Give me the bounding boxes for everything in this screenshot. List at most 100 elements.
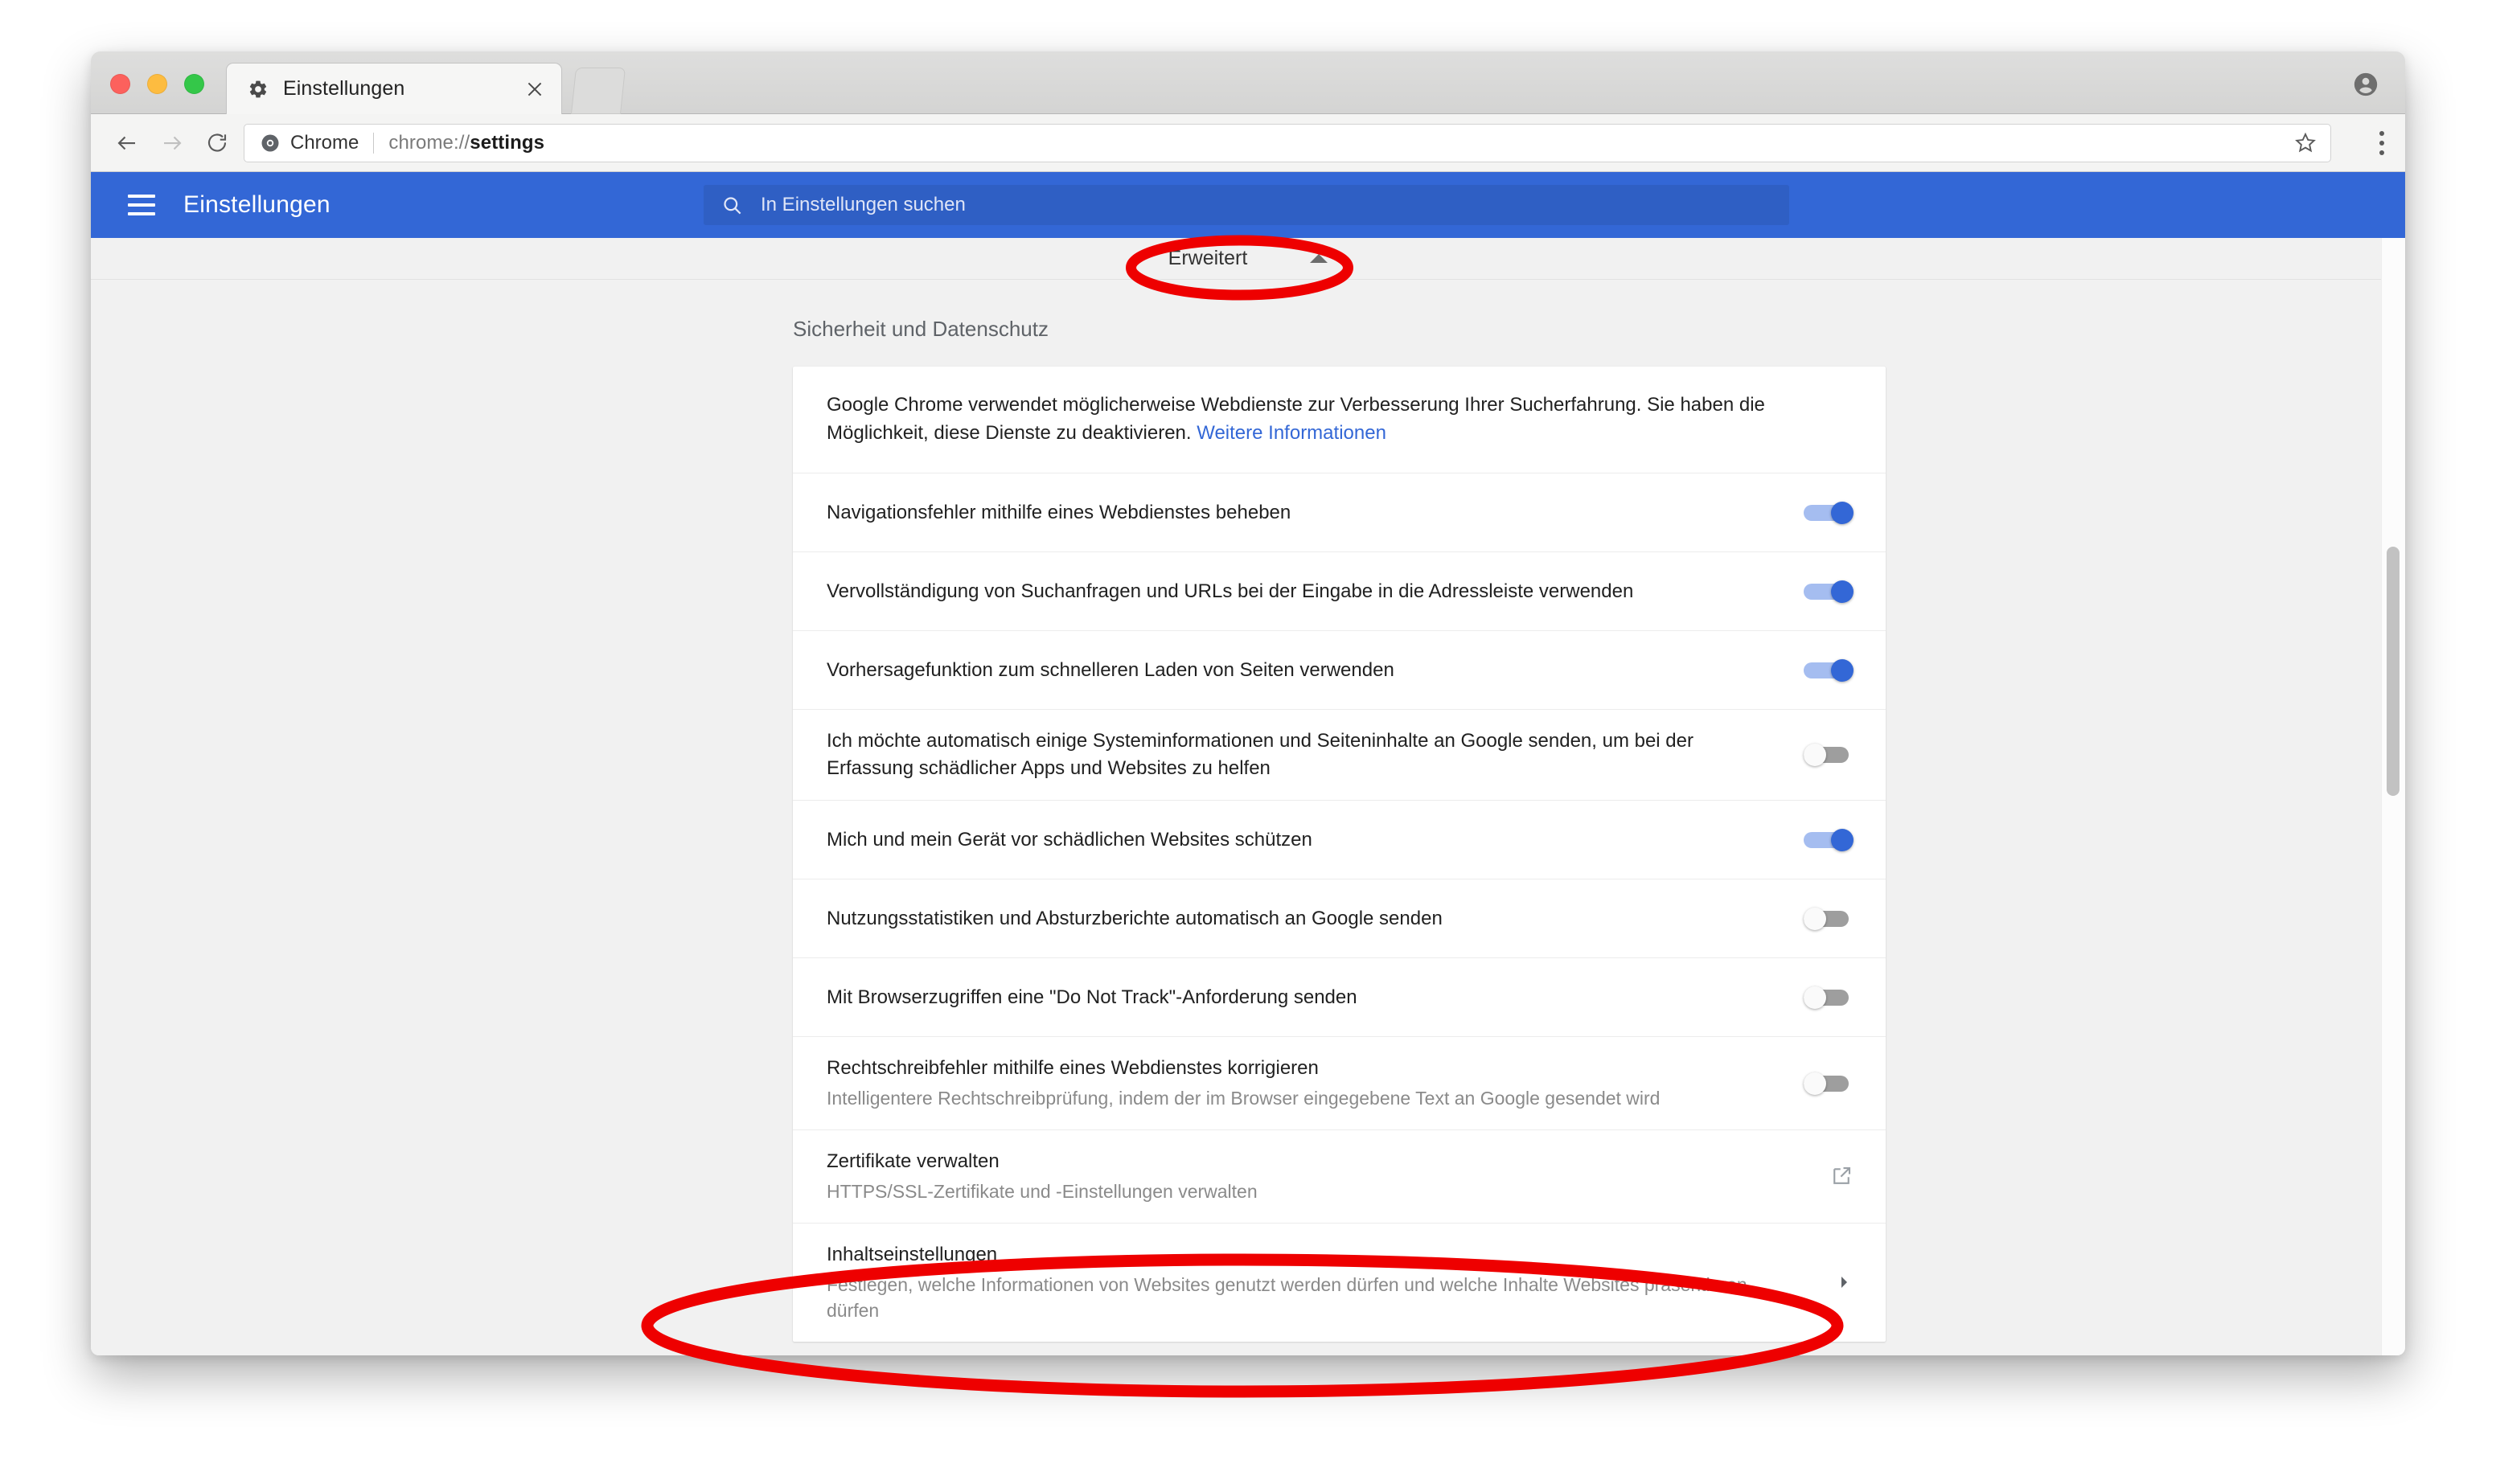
settings-search-box[interactable]: In Einstellungen suchen	[704, 185, 1789, 225]
learn-more-link[interactable]: Weitere Informationen	[1197, 422, 1386, 444]
advanced-section-toggle-row: Erweitert	[91, 238, 2405, 280]
row-text: Vervollständigung von Suchanfragen und U…	[827, 560, 1771, 623]
setting-row-autocomplete[interactable]: Vervollständigung von Suchanfragen und U…	[793, 552, 1886, 632]
row-label: Navigationsfehler mithilfe eines Webdien…	[827, 501, 1291, 523]
url-prefix: chrome://	[388, 132, 470, 154]
row-text: Inhaltseinstellungen Festlegen, welche I…	[827, 1224, 1802, 1342]
row-sublabel: Festlegen, welche Informationen von Webs…	[827, 1273, 1747, 1322]
hamburger-line	[128, 212, 155, 215]
back-button[interactable]	[109, 125, 146, 162]
toggle-knob	[1804, 907, 1826, 930]
setting-row-prediction-service[interactable]: Vorhersagefunktion zum schnelleren Laden…	[793, 631, 1886, 711]
hamburger-line	[128, 195, 155, 198]
toggle-autocomplete[interactable]	[1804, 580, 1854, 603]
row-label: Mit Browserzugriffen eine "Do Not Track"…	[827, 986, 1357, 1008]
search-icon	[724, 196, 741, 214]
back-arrow-icon	[117, 136, 135, 150]
forward-button[interactable]	[154, 125, 191, 162]
browser-window: Einstellungen Chrome chrome://settings E…	[91, 51, 2405, 1355]
hamburger-line	[128, 203, 155, 207]
external-link-icon[interactable]	[1829, 1164, 1854, 1188]
tab-title: Einstellungen	[283, 77, 405, 100]
origin-chip-label: Chrome	[290, 132, 359, 154]
toggle-knob	[1831, 828, 1854, 851]
omnibox-separator	[373, 133, 375, 154]
setting-row-safe-browsing[interactable]: Mich und mein Gerät vor schädlichen Webs…	[793, 801, 1886, 880]
security-privacy-card: Google Chrome verwendet möglicherweise W…	[793, 367, 1886, 1343]
page-scrollbar-thumb[interactable]	[2387, 547, 2400, 796]
row-text: Mit Browserzugriffen eine "Do Not Track"…	[827, 966, 1771, 1029]
settings-page-content: Erweitert Sicherheit und Datenschutz Goo…	[91, 238, 2405, 1355]
reload-icon	[207, 133, 227, 152]
row-text: Nutzungsstatistiken und Absturzberichte …	[827, 888, 1771, 950]
omnibox-url: chrome://settings	[388, 132, 544, 154]
screenshot-root: Einstellungen Chrome chrome://settings E…	[0, 0, 2496, 1484]
settings-header-bar: Einstellungen In Einstellungen suchen	[91, 172, 2405, 238]
address-bar[interactable]: Chrome chrome://settings	[244, 124, 2331, 162]
row-sublabel: Intelligentere Rechtschreibprüfung, inde…	[827, 1088, 1661, 1109]
row-label: Nutzungsstatistiken und Absturzberichte …	[827, 907, 1443, 929]
traffic-light-buttons[interactable]	[110, 74, 204, 94]
minimize-window-button[interactable]	[147, 74, 167, 94]
setting-row-spellcheck[interactable]: Rechtschreibfehler mithilfe eines Webdie…	[793, 1037, 1886, 1130]
close-window-button[interactable]	[110, 74, 130, 94]
toggle-navigation-errors[interactable]	[1804, 501, 1854, 524]
setting-row-do-not-track[interactable]: Mit Browserzugriffen eine "Do Not Track"…	[793, 958, 1886, 1038]
toggle-usage-stats[interactable]	[1804, 907, 1854, 930]
hamburger-icon[interactable]	[128, 195, 155, 215]
advanced-toggle-button[interactable]: Erweitert	[1146, 245, 1351, 272]
setting-row-send-system-info[interactable]: Ich möchte automatisch einige Systeminfo…	[793, 710, 1886, 801]
close-tab-icon[interactable]	[524, 79, 545, 100]
toggle-knob	[1831, 658, 1854, 682]
row-text: Vorhersagefunktion zum schnelleren Laden…	[827, 639, 1771, 702]
toggle-prediction-service[interactable]	[1804, 658, 1854, 682]
browser-toolbar: Chrome chrome://settings	[91, 114, 2405, 172]
forward-arrow-icon	[164, 136, 182, 150]
zoom-window-button[interactable]	[184, 74, 204, 94]
setting-row-navigation-errors[interactable]: Navigationsfehler mithilfe eines Webdien…	[793, 473, 1886, 553]
menu-dot	[2379, 150, 2384, 155]
section-title-security-privacy: Sicherheit und Datenschutz	[793, 317, 1049, 341]
chevron-right-icon[interactable]	[1834, 1273, 1854, 1292]
row-label: Vorhersagefunktion zum schnelleren Laden…	[827, 658, 1394, 681]
toggle-knob	[1831, 501, 1854, 524]
browser-tab-einstellungen[interactable]: Einstellungen	[226, 63, 562, 114]
toggle-knob	[1804, 744, 1826, 767]
row-label: Inhaltseinstellungen	[827, 1243, 998, 1265]
row-label: Ich möchte automatisch einige Systeminfo…	[827, 730, 1693, 780]
toggle-knob	[1804, 1072, 1826, 1095]
window-titlebar: Einstellungen	[91, 51, 2405, 114]
star-icon[interactable]	[2293, 131, 2317, 155]
three-dot-menu-icon[interactable]	[2379, 130, 2384, 155]
tab-strip-filler	[570, 68, 626, 114]
chrome-logo-icon	[261, 134, 279, 152]
privacy-intro-row: Google Chrome verwendet möglicherweise W…	[793, 367, 1886, 474]
chevron-up-icon	[1310, 254, 1328, 263]
row-text: Ich möchte automatisch einige Systeminfo…	[827, 710, 1771, 800]
toggle-send-system-info[interactable]	[1804, 744, 1854, 767]
toggle-safe-browsing[interactable]	[1804, 828, 1854, 851]
row-text: Zertifikate verwalten HTTPS/SSL-Zertifik…	[827, 1130, 1797, 1223]
row-sublabel: HTTPS/SSL-Zertifikate und -Einstellungen…	[827, 1181, 1258, 1203]
setting-row-usage-stats[interactable]: Nutzungsstatistiken und Absturzberichte …	[793, 879, 1886, 959]
settings-page-title: Einstellungen	[183, 191, 330, 218]
toggle-do-not-track[interactable]	[1804, 986, 1854, 1009]
url-path: settings	[470, 132, 545, 154]
account-circle-icon[interactable]	[2352, 71, 2379, 98]
setting-row-content-settings[interactable]: Inhaltseinstellungen Festlegen, welche I…	[793, 1224, 1886, 1342]
row-label: Vervollständigung von Suchanfragen und U…	[827, 580, 1634, 602]
toggle-knob	[1831, 580, 1854, 603]
privacy-intro-text: Google Chrome verwendet möglicherweise W…	[827, 367, 1854, 473]
row-text: Mich und mein Gerät vor schädlichen Webs…	[827, 809, 1771, 871]
reload-button[interactable]	[199, 125, 236, 162]
page-scrollbar-track[interactable]	[2381, 238, 2405, 1355]
row-label: Rechtschreibfehler mithilfe eines Webdie…	[827, 1057, 1319, 1080]
row-label: Mich und mein Gerät vor schädlichen Webs…	[827, 828, 1312, 851]
row-text: Rechtschreibfehler mithilfe eines Webdie…	[827, 1037, 1771, 1129]
row-label: Zertifikate verwalten	[827, 1150, 1000, 1172]
advanced-toggle-label: Erweitert	[1168, 247, 1248, 269]
setting-row-manage-certificates[interactable]: Zertifikate verwalten HTTPS/SSL-Zertifik…	[793, 1130, 1886, 1224]
toggle-spellcheck[interactable]	[1804, 1072, 1854, 1095]
menu-dot	[2379, 130, 2384, 136]
toggle-knob	[1804, 986, 1826, 1009]
